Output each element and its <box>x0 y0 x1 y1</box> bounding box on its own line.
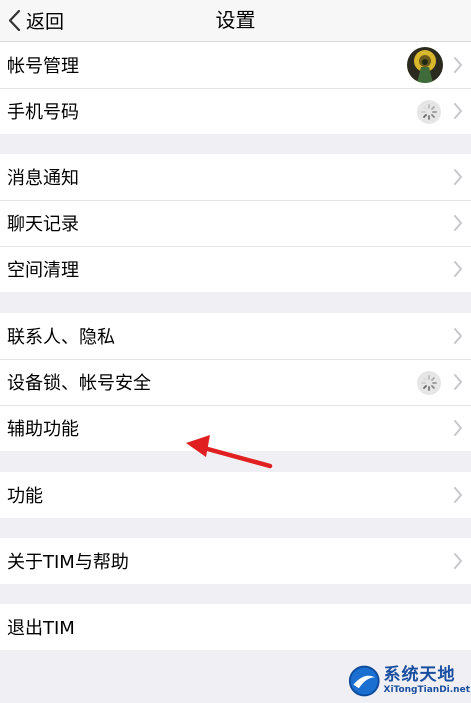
row-label: 辅助功能 <box>7 419 79 440</box>
watermark-url: XiTongTianDi.net <box>383 685 471 695</box>
settings-group-about: 关于TIM与帮助 <box>0 538 471 584</box>
row-account-management[interactable]: 帐号管理 <box>0 42 471 88</box>
row-device-lock-security[interactable]: 设备锁、帐号安全 <box>0 359 471 405</box>
watermark: 系统天地 XiTongTianDi.net <box>348 662 470 700</box>
row-label: 手机号码 <box>7 102 79 123</box>
chevron-right-icon <box>454 374 462 390</box>
settings-group-features: 功能 <box>0 472 471 518</box>
navigation-bar: 返回 设置 <box>0 0 471 42</box>
row-label: 联系人、隐私 <box>7 327 115 348</box>
row-chat-history[interactable]: 聊天记录 <box>0 200 471 246</box>
row-accessibility[interactable]: 辅助功能 <box>0 405 471 451</box>
chevron-left-icon <box>8 9 21 32</box>
row-storage-cleanup[interactable]: 空间清理 <box>0 246 471 292</box>
row-label: 消息通知 <box>7 168 79 189</box>
row-label: 功能 <box>7 486 43 507</box>
avatar <box>407 47 443 83</box>
chevron-right-icon <box>454 103 462 119</box>
chevron-right-icon <box>454 57 462 73</box>
row-label: 帐号管理 <box>7 56 79 77</box>
row-label: 退出TIM <box>7 618 75 639</box>
chevron-right-icon <box>454 169 462 185</box>
chevron-right-icon <box>454 553 462 569</box>
row-contacts-privacy[interactable]: 联系人、隐私 <box>0 313 471 359</box>
row-logout[interactable]: 退出TIM <box>0 604 471 650</box>
row-features[interactable]: 功能 <box>0 472 471 518</box>
chevron-right-icon <box>454 261 462 277</box>
chevron-right-icon <box>454 420 462 436</box>
row-phone-number[interactable]: 手机号码 <box>0 88 471 134</box>
row-about-help[interactable]: 关于TIM与帮助 <box>0 538 471 584</box>
chevron-right-icon <box>454 487 462 503</box>
row-label: 聊天记录 <box>7 214 79 235</box>
watermark-logo-icon <box>348 665 380 697</box>
settings-group-logout: 退出TIM <box>0 604 471 650</box>
back-button[interactable]: 返回 <box>4 0 64 41</box>
chevron-right-icon <box>454 328 462 344</box>
row-label: 关于TIM与帮助 <box>7 552 129 573</box>
settings-group-privacy: 联系人、隐私 设备锁、帐号安全 辅助功能 <box>0 313 471 451</box>
chevron-right-icon <box>454 215 462 231</box>
loading-spinner-icon <box>417 100 441 124</box>
settings-group-account: 帐号管理 手机号码 <box>0 42 471 134</box>
row-label: 设备锁、帐号安全 <box>7 373 151 394</box>
settings-group-messages: 消息通知 聊天记录 空间清理 <box>0 154 471 292</box>
row-label: 空间清理 <box>7 260 79 281</box>
row-notifications[interactable]: 消息通知 <box>0 154 471 200</box>
watermark-text: 系统天地 <box>383 665 456 685</box>
loading-spinner-icon <box>417 371 441 395</box>
page-title: 设置 <box>215 8 256 32</box>
back-label: 返回 <box>26 11 65 33</box>
